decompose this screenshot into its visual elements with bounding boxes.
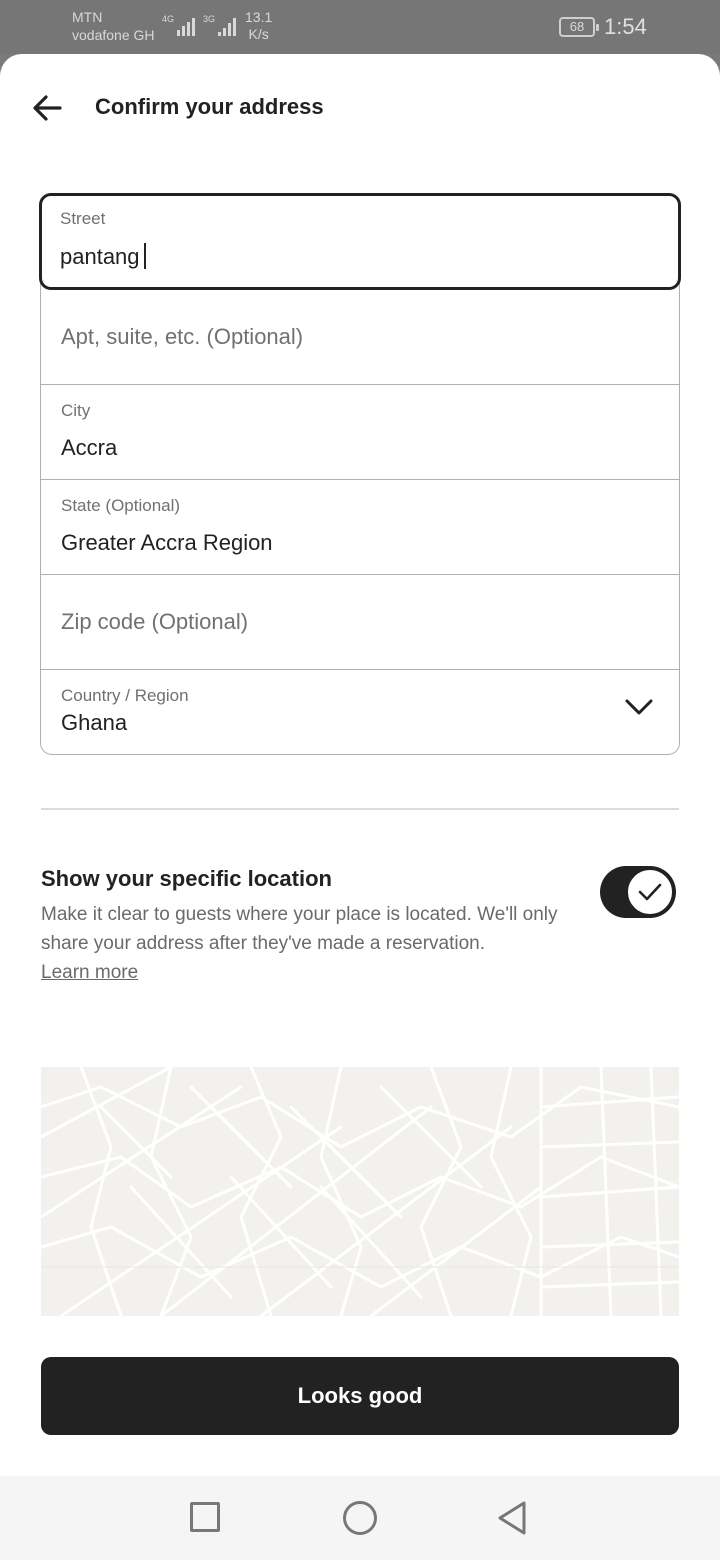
nav-back-icon[interactable] (496, 1500, 528, 1536)
country-value: Ghana (61, 710, 128, 735)
back-button[interactable] (28, 90, 68, 126)
city-label: City (61, 401, 91, 420)
signal-indicators: 4G 3G (162, 14, 237, 36)
net-type-1: 4G (162, 14, 175, 24)
chevron-down-icon (625, 699, 653, 715)
apt-field[interactable]: Apt, suite, etc. (Optional) (41, 290, 679, 385)
status-bar: MTN vodafone GH 4G 3G 13.1 K/s 68 1:54 (0, 0, 720, 54)
home-icon[interactable] (343, 1501, 377, 1535)
page-title: Confirm your address (95, 94, 324, 119)
location-description-text: Make it clear to guests where your place… (41, 904, 558, 954)
city-field[interactable]: City Accra (41, 385, 679, 480)
signal-4g-icon: 4G (162, 14, 196, 36)
location-toggle-title: Show your specific location (41, 866, 332, 891)
speed-unit: K/s (248, 26, 269, 42)
carrier-2: vodafone GH (72, 27, 155, 43)
zip-field[interactable]: Zip code (Optional) (41, 575, 679, 670)
address-fields: Street pantang Apt, suite, etc. (Optiona… (39, 193, 681, 755)
state-value: Greater Accra Region (61, 530, 273, 555)
map-preview[interactable] (41, 1067, 679, 1316)
speed-value: 13.1 (245, 9, 273, 25)
state-field[interactable]: State (Optional) Greater Accra Region (41, 480, 679, 575)
specific-location-toggle[interactable] (600, 866, 676, 918)
zip-placeholder: Zip code (Optional) (61, 609, 249, 634)
location-description: Make it clear to guests where your place… (41, 900, 571, 987)
street-value-wrap: pantang (60, 243, 146, 270)
battery-icon: 68 (559, 17, 599, 37)
state-label: State (Optional) (61, 496, 181, 515)
address-sheet: Confirm your address Street pantang Apt,… (0, 54, 720, 1476)
city-value: Accra (61, 435, 118, 460)
checkmark-icon (638, 883, 662, 901)
system-nav-bar (0, 1476, 720, 1560)
battery-level: 68 (569, 19, 585, 34)
net-type-2: 3G (203, 14, 216, 24)
carrier-names: MTN vodafone GH (72, 8, 155, 44)
toggle-knob (627, 869, 673, 915)
text-cursor (143, 243, 146, 269)
address-form: Street pantang Apt, suite, etc. (Optiona… (39, 193, 681, 755)
learn-more-link[interactable]: Learn more (41, 962, 138, 983)
network-speed: 13.1 K/s (245, 9, 272, 43)
apt-placeholder: Apt, suite, etc. (Optional) (61, 324, 304, 349)
looks-good-button[interactable]: Looks good (41, 1357, 679, 1435)
carrier-1: MTN (72, 9, 103, 25)
clock: 1:54 (604, 14, 647, 39)
street-value: pantang (60, 244, 140, 269)
country-select[interactable]: Country / Region Ghana (41, 670, 679, 754)
signal-3g-icon: 3G (203, 14, 237, 36)
map-streets (41, 1067, 679, 1316)
arrow-left-icon (33, 95, 62, 121)
section-divider (41, 808, 679, 810)
street-field[interactable]: Street pantang (39, 193, 681, 290)
country-label: Country / Region (61, 686, 189, 705)
street-label: Street (60, 209, 106, 228)
recent-apps-icon[interactable] (190, 1502, 220, 1532)
